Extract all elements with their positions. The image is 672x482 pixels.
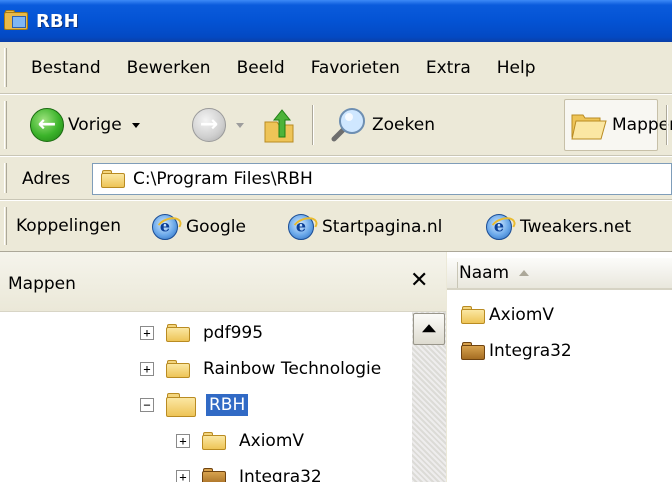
menu-beeld[interactable]: Beeld <box>228 54 294 82</box>
link-startpagina[interactable]: Startpagina.nl <box>288 213 442 241</box>
tree-item-rbh[interactable]: − RBH <box>140 388 249 422</box>
links-label: Koppelingen <box>16 216 121 236</box>
expand-icon[interactable]: + <box>176 470 190 482</box>
search-icon <box>331 108 365 142</box>
file-item-label: Integra32 <box>489 341 572 361</box>
address-bar: Adres C:\Program Files\RBH <box>0 156 672 200</box>
up-folder-button[interactable] <box>262 101 296 149</box>
folder-special-icon <box>461 342 485 360</box>
file-item-axiomv[interactable]: AxiomV <box>461 302 554 328</box>
standard-toolbar: ← Vorige → Zoeken Mappen <box>0 94 672 156</box>
back-arrow-icon: ← <box>30 108 64 142</box>
toolbar-separator <box>666 105 668 145</box>
link-tweakers[interactable]: Tweakers.net <box>486 213 631 241</box>
title-bar[interactable]: RBH <box>0 0 672 42</box>
linksbar-grip[interactable] <box>4 207 7 245</box>
up-folder-icon <box>264 109 294 143</box>
folder-tree: + pdf995 + Rainbow Technologie − RBH + A… <box>0 312 412 482</box>
expand-icon[interactable]: + <box>140 362 154 376</box>
expand-icon[interactable]: + <box>140 326 154 340</box>
expand-icon[interactable]: + <box>176 434 190 448</box>
file-list: Naam AxiomV Integra32 <box>447 252 672 482</box>
address-label: Adres <box>22 169 71 189</box>
back-button[interactable]: ← Vorige <box>30 101 140 149</box>
menu-bar: Bestand Bewerken Beeld Favorieten Extra … <box>0 42 672 94</box>
folders-pane: Mappen ✕ + pdf995 + Rainbow Technologie … <box>0 252 446 482</box>
forward-dropdown-icon[interactable] <box>236 122 244 128</box>
folders-pane-header: Mappen ✕ <box>0 252 446 312</box>
folder-icon <box>202 432 226 450</box>
back-label: Vorige <box>68 115 122 135</box>
search-label: Zoeken <box>372 115 435 135</box>
folder-window-icon <box>4 10 30 32</box>
file-item-integra32[interactable]: Integra32 <box>461 338 572 364</box>
link-tweakers-label: Tweakers.net <box>520 217 632 237</box>
menu-help[interactable]: Help <box>488 54 545 82</box>
link-google[interactable]: Google <box>152 213 246 241</box>
folders-button[interactable]: Mappen <box>570 101 672 149</box>
tree-item-integra32[interactable]: + Integra32 <box>176 460 325 482</box>
forward-button[interactable]: → <box>192 101 244 149</box>
search-button[interactable]: Zoeken <box>328 101 435 149</box>
file-item-label: AxiomV <box>489 305 555 325</box>
scroll-up-button[interactable] <box>413 313 445 345</box>
tree-item-pdf995[interactable]: + pdf995 <box>140 316 266 350</box>
toolbar-grip[interactable] <box>4 101 7 149</box>
vertical-scrollbar[interactable] <box>412 312 446 482</box>
back-dropdown-icon[interactable] <box>131 122 140 128</box>
column-separator[interactable] <box>457 262 458 288</box>
links-bar: Koppelingen Google Startpagina.nl Tweake… <box>0 200 672 252</box>
tree-item-label: AxiomV <box>239 431 305 451</box>
window-title: RBH <box>36 10 79 32</box>
folders-icon <box>571 114 607 140</box>
collapse-icon[interactable]: − <box>140 398 154 412</box>
folders-label: Mappen <box>612 115 672 135</box>
toolbar-separator <box>312 105 314 145</box>
addressbar-grip[interactable] <box>4 163 7 193</box>
arrow-up-icon <box>422 324 436 333</box>
tree-item-axiomv[interactable]: + AxiomV <box>176 424 307 458</box>
address-field[interactable]: C:\Program Files\RBH <box>92 163 672 195</box>
tree-item-label: Rainbow Technologie <box>203 359 382 379</box>
folder-icon <box>461 306 485 324</box>
tree-item-label: RBH <box>206 394 249 416</box>
folders-pane-title: Mappen <box>8 274 76 294</box>
column-name-label: Naam <box>459 263 510 283</box>
tree-item-label: pdf995 <box>203 323 264 343</box>
close-icon[interactable]: ✕ <box>410 270 428 292</box>
folder-special-icon <box>202 468 226 482</box>
folder-icon <box>166 324 190 342</box>
tree-item-label: Integra32 <box>239 467 322 482</box>
menubar-grip[interactable] <box>4 48 7 87</box>
folder-icon <box>101 170 125 188</box>
folder-icon <box>166 360 190 378</box>
sort-ascending-icon <box>519 270 530 276</box>
open-folder-icon <box>166 393 196 417</box>
link-startpagina-label: Startpagina.nl <box>322 217 443 237</box>
ie-page-icon <box>486 214 512 240</box>
link-google-label: Google <box>186 217 246 237</box>
menu-bewerken[interactable]: Bewerken <box>118 54 220 82</box>
menu-extra[interactable]: Extra <box>417 54 480 82</box>
ie-page-icon <box>152 214 178 240</box>
forward-arrow-icon: → <box>192 108 226 142</box>
ie-page-icon <box>288 214 314 240</box>
menu-favorieten[interactable]: Favorieten <box>302 54 409 82</box>
address-value[interactable]: C:\Program Files\RBH <box>133 169 313 189</box>
column-header-name[interactable]: Naam <box>447 258 672 290</box>
tree-item-rainbow[interactable]: + Rainbow Technologie <box>140 352 384 386</box>
menu-bestand[interactable]: Bestand <box>22 54 110 82</box>
